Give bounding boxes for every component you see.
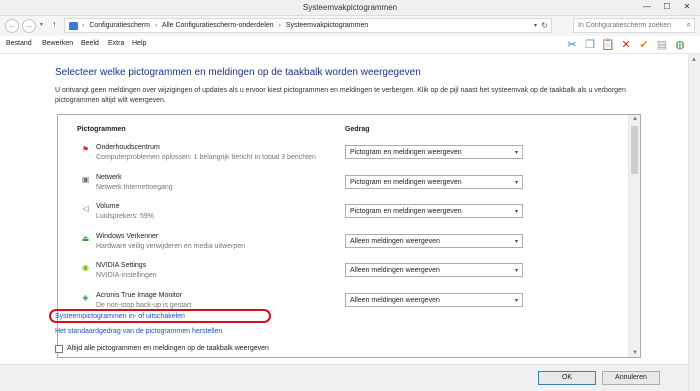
- menu-bewerken[interactable]: Bewerken: [42, 40, 73, 47]
- scroll-down-icon[interactable]: ▼: [632, 350, 638, 356]
- menu-beeld[interactable]: Beeld: [81, 40, 99, 47]
- search-box[interactable]: ⌕: [573, 18, 695, 33]
- menu-bar: Bestand Bewerken Beeld Extra Help ✂ ❐ 📋 ✕ ✔ ▤…: [0, 36, 700, 54]
- behavior-select[interactable]: Pictogram en meldingen weergeven ▾: [345, 145, 523, 159]
- always-show-checkbox[interactable]: [55, 345, 63, 353]
- chevron-down-icon[interactable]: ▾: [515, 297, 518, 304]
- chevron-down-icon[interactable]: ▾: [534, 22, 537, 29]
- up-button[interactable]: ↑: [52, 19, 57, 29]
- maximize-button[interactable]: ☐: [658, 0, 676, 14]
- item-description: Luidsprekers: 59%: [96, 213, 154, 220]
- recent-locations-icon[interactable]: ▾: [40, 21, 43, 28]
- toolbar: ✂ ❐ 📋 ✕ ✔ ▤ ◍: [564, 37, 694, 53]
- column-header-behavior: Gedrag: [345, 126, 370, 133]
- properties-icon[interactable]: ▤: [654, 37, 670, 53]
- search-input[interactable]: [574, 19, 678, 32]
- item-description: De non-stop back-up is gestart: [96, 301, 192, 309]
- nvidia-icon: ◉: [82, 263, 89, 272]
- forward-button[interactable]: →: [22, 19, 36, 33]
- behavior-select[interactable]: Pictogram en meldingen weergeven ▾: [345, 174, 523, 189]
- chevron-down-icon[interactable]: ▾: [515, 179, 518, 186]
- refresh-icon[interactable]: ↻: [541, 21, 548, 30]
- chevron-down-icon[interactable]: ▾: [515, 238, 518, 245]
- item-name: NVIDIA Settings: [96, 262, 147, 269]
- behavior-value: Pictogram en meldingen weergeven: [350, 178, 462, 186]
- breadcrumb-item[interactable]: Configuratiescherm: [89, 22, 150, 29]
- behavior-select[interactable]: Alleen meldingen weergeven ▾: [345, 263, 523, 277]
- scroll-thumb[interactable]: [631, 126, 638, 174]
- menu-help[interactable]: Help: [132, 40, 146, 47]
- list-item: ◁ Volume Luidsprekers: 59% Pictogram en mel…: [58, 200, 628, 229]
- dialog-footer: OK Annuleren: [0, 364, 688, 391]
- list-item: ▣ Netwerk Netwerk Internettoegang Pictogram…: [58, 171, 628, 200]
- breadcrumb-separator: ›: [278, 22, 281, 29]
- column-header-icons: Pictogrammen: [77, 126, 126, 133]
- search-icon[interactable]: ⌕: [687, 20, 691, 30]
- list-item: ◉ NVIDIA Settings NVIDIA-instellingen Allee…: [58, 259, 628, 288]
- menu-bestand[interactable]: Bestand: [6, 40, 32, 47]
- scroll-up-icon[interactable]: ▲: [691, 57, 697, 63]
- item-name: Volume: [96, 203, 120, 210]
- main-scrollbar[interactable]: ▲: [688, 54, 700, 391]
- item-name: Onderhoudscentrum: [96, 144, 160, 151]
- behavior-select[interactable]: Alleen meldingen weergeven ▾: [345, 233, 523, 248]
- behavior-value: Pictogram en meldingen weergeven: [350, 149, 462, 156]
- scroll-up-icon[interactable]: ▲: [632, 116, 638, 122]
- breadcrumb-item[interactable]: Systeemvakpictogrammen: [286, 22, 368, 29]
- behavior-value: Alleen meldingen weergeven: [350, 267, 440, 274]
- behavior-select[interactable]: Alleen meldingen weergeven ▾: [345, 292, 523, 307]
- breadcrumb-item[interactable]: Alle Configuratiescherm-onderdelen: [162, 22, 274, 29]
- item-name: Acronis True Image Monitor: [96, 291, 182, 299]
- list-scrollbar[interactable]: ▲ ▼: [628, 115, 640, 357]
- item-name: Netwerk: [96, 173, 122, 181]
- system-icons-link[interactable]: Systeempictogrammen in- of uitschakelen: [55, 313, 185, 320]
- network-icon: ▣: [81, 174, 90, 184]
- address-bar: ← → ▾ ↑ › Configuratiescherm › Alle Conf…: [0, 16, 700, 36]
- paste-icon[interactable]: 📋: [600, 37, 616, 53]
- breadcrumb-separator: ›: [154, 22, 158, 29]
- delete-icon[interactable]: ✕: [618, 37, 634, 53]
- behavior-value: Alleen meldingen weergeven: [350, 237, 440, 245]
- item-description: Hardware veilig verwijderen en media uit…: [96, 242, 246, 250]
- behavior-select[interactable]: Pictogram en meldingen weergeven ▾: [345, 204, 523, 218]
- checkmark-icon[interactable]: ✔: [636, 37, 652, 53]
- close-button[interactable]: ✕: [676, 0, 698, 14]
- list-item: ⏏ Windows Verkenner Hardware veilig verwij…: [58, 230, 628, 259]
- back-button[interactable]: ←: [5, 19, 19, 33]
- restore-defaults-link[interactable]: Het standaardgedrag van de pictogrammen …: [55, 328, 222, 335]
- copy-icon[interactable]: ❐: [582, 37, 598, 53]
- item-name: Windows Verkenner: [96, 232, 159, 240]
- always-show-label[interactable]: Altijd alle pictogrammen en meldingen op…: [67, 345, 269, 352]
- behavior-value: Pictogram en meldingen weergeven: [350, 208, 462, 215]
- item-description: NVIDIA-instellingen: [96, 272, 157, 279]
- item-description: Netwerk Internettoegang: [96, 183, 173, 191]
- ok-button[interactable]: OK: [538, 371, 596, 385]
- page-title: Selecteer welke pictogrammen en meldinge…: [55, 67, 421, 78]
- globe-icon[interactable]: ◍: [672, 37, 688, 53]
- item-description: Computerproblemen oplossen: 1 belangrijk…: [96, 154, 316, 161]
- page-description: U ontvangt geen meldingen over wijziging…: [55, 87, 626, 104]
- behavior-value: Alleen meldingen weergeven: [350, 296, 440, 304]
- control-panel-icon: [69, 22, 78, 30]
- minimize-button[interactable]: —: [638, 0, 656, 14]
- window-title: Systeemvakpictogrammen: [302, 3, 398, 12]
- flag-icon: ⚑: [81, 145, 90, 154]
- chevron-down-icon[interactable]: ▾: [515, 267, 518, 274]
- cancel-button[interactable]: Annuleren: [602, 371, 660, 385]
- speaker-icon: ◁: [82, 204, 89, 213]
- list-item: ⚑ Onderhoudscentrum Computerproblemen oplo…: [58, 141, 628, 170]
- breadcrumb-separator: ›: [82, 22, 85, 29]
- safely-remove-icon: ⏏: [81, 233, 90, 243]
- chevron-down-icon[interactable]: ▾: [515, 149, 518, 156]
- title-bar: Systeemvakpictogrammen — ☐ ✕: [0, 0, 700, 16]
- scissors-icon[interactable]: ✂: [564, 37, 580, 53]
- menu-extra[interactable]: Extra: [108, 40, 124, 47]
- breadcrumb[interactable]: › Configuratiescherm › Alle Configuratie…: [64, 18, 552, 33]
- acronis-icon: ◈: [82, 292, 89, 302]
- chevron-down-icon[interactable]: ▾: [515, 208, 518, 215]
